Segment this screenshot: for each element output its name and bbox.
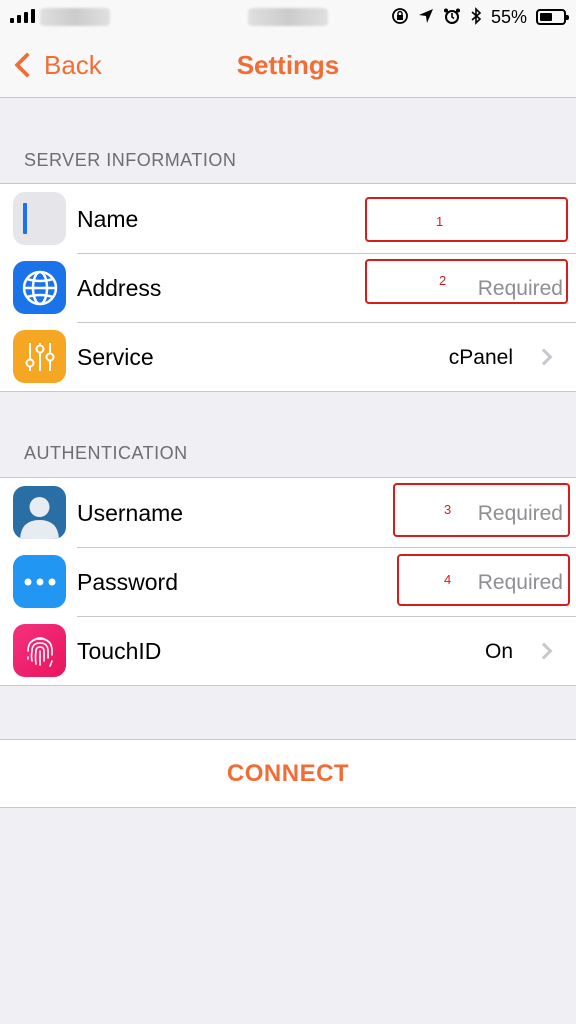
status-icons: 55% bbox=[391, 5, 569, 29]
service-label: Service bbox=[77, 344, 154, 370]
alarm-icon bbox=[443, 7, 461, 28]
time-blur bbox=[248, 8, 328, 26]
annotation-number-4: 4 bbox=[444, 572, 452, 587]
touchid-label: TouchID bbox=[77, 638, 162, 664]
annotation-box-1 bbox=[365, 197, 568, 242]
annotation-number-1: 1 bbox=[436, 214, 444, 229]
annotation-box-4 bbox=[397, 554, 570, 606]
annotation-number-2: 2 bbox=[439, 273, 447, 288]
touchid-row[interactable]: TouchID On bbox=[0, 616, 576, 685]
carrier-blur bbox=[40, 8, 110, 26]
rotation-lock-icon bbox=[391, 7, 409, 28]
touchid-value: On bbox=[484, 640, 513, 663]
annotation-number-3: 3 bbox=[444, 502, 452, 517]
chevron-right-icon bbox=[535, 348, 553, 366]
location-icon bbox=[418, 8, 434, 27]
signal-icon bbox=[10, 7, 35, 23]
connect-button[interactable]: CONNECT bbox=[227, 760, 349, 788]
globe-icon bbox=[13, 261, 66, 314]
connect-row[interactable]: CONNECT bbox=[0, 739, 576, 808]
service-row[interactable]: Service cPanel bbox=[0, 322, 576, 391]
name-label: Name bbox=[77, 206, 139, 232]
chevron-right-icon bbox=[535, 642, 553, 660]
fingerprint-icon bbox=[13, 624, 66, 677]
service-value: cPanel bbox=[448, 346, 513, 369]
battery-icon bbox=[536, 9, 569, 25]
address-label: Address bbox=[77, 275, 162, 301]
annotation-box-3 bbox=[393, 483, 570, 537]
status-bar: 55% bbox=[0, 0, 576, 34]
section-header-auth: AUTHENTICATION bbox=[24, 443, 188, 463]
section-header-server: SERVER INFORMATION bbox=[24, 150, 237, 170]
user-avatar-icon bbox=[13, 486, 66, 539]
page-title: Settings bbox=[236, 50, 340, 80]
password-label: Password bbox=[77, 569, 178, 595]
battery-percent: 55% bbox=[490, 6, 527, 27]
battery-level bbox=[540, 13, 553, 21]
bluetooth-icon bbox=[470, 6, 482, 28]
text-cursor-icon bbox=[13, 192, 66, 245]
dots-icon bbox=[13, 555, 66, 608]
username-label: Username bbox=[77, 500, 184, 526]
navigation-bar: Back Settings bbox=[0, 34, 576, 98]
annotation-box-2 bbox=[365, 259, 568, 304]
sliders-icon bbox=[13, 330, 66, 383]
